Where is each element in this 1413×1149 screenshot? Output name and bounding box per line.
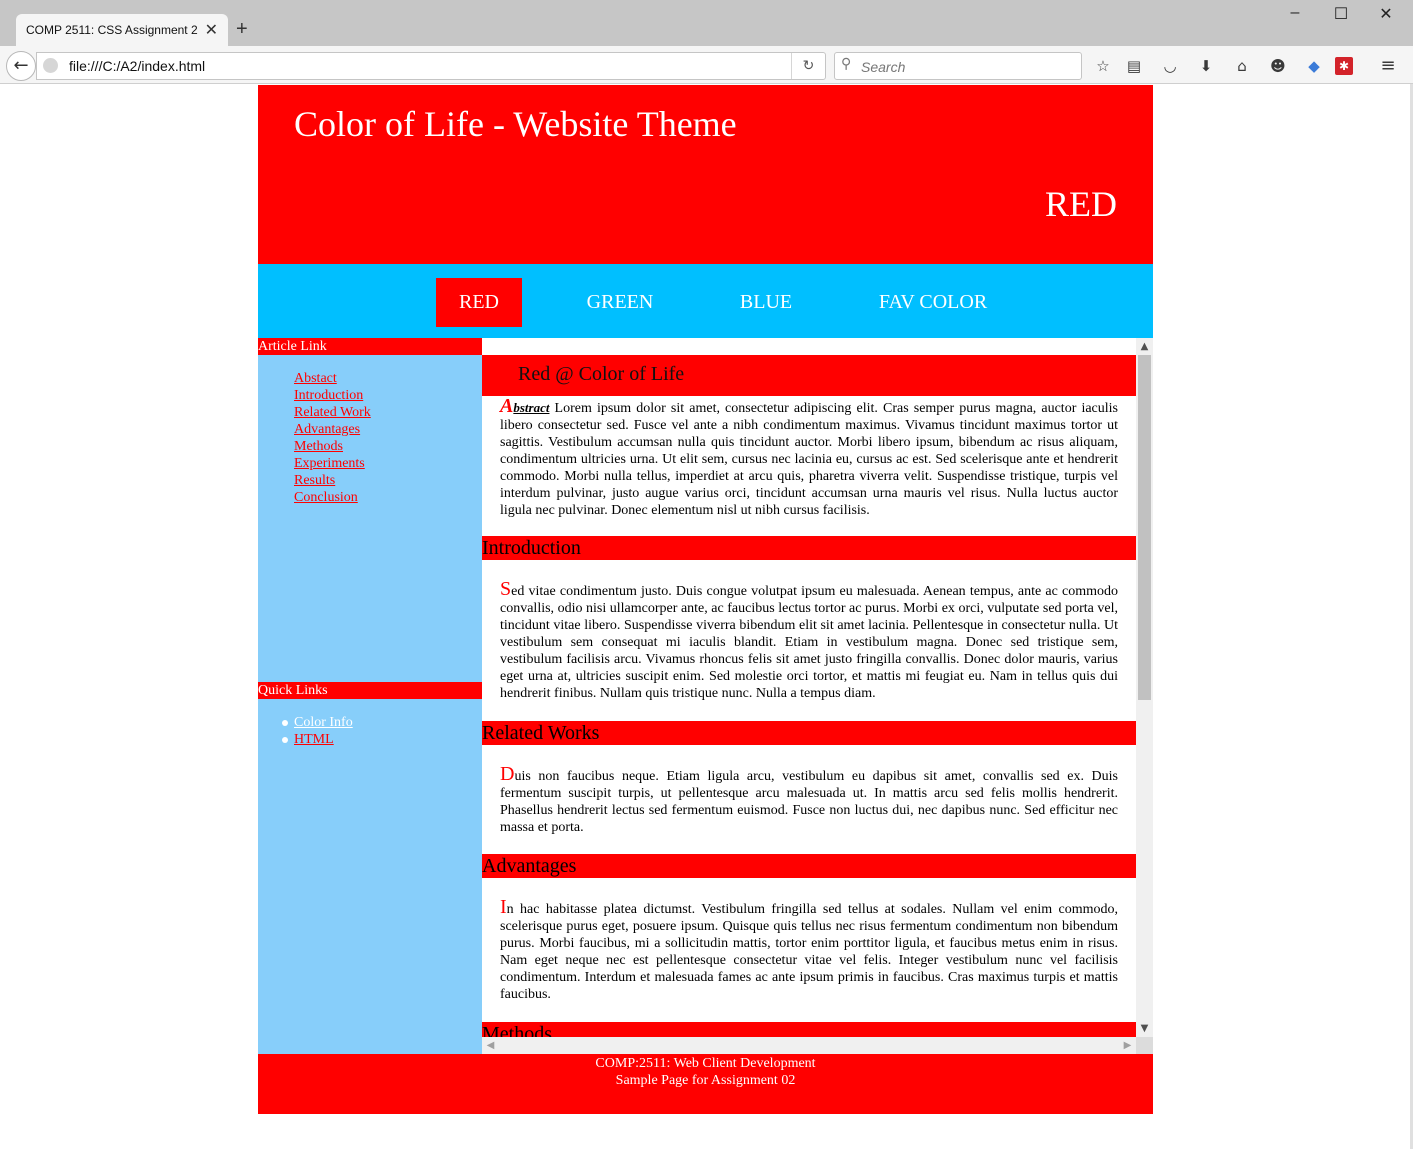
list-item: Abstact [294, 370, 371, 387]
list-item: Advantages [294, 421, 371, 438]
minimize-button[interactable]: – [1275, 4, 1315, 22]
home-icon[interactable]: ⌂ [1233, 57, 1251, 75]
bookmark-star-icon[interactable]: ☆ [1094, 57, 1112, 75]
scroll-down-icon[interactable]: ▼ [1136, 1020, 1153, 1037]
abstract-label: bstract [513, 400, 550, 415]
list-item: Introduction [294, 387, 371, 404]
content-area[interactable]: Red @ Color of Life Abstract Lorem ipsum… [482, 338, 1153, 1054]
advantages-paragraph: In hac habitasse platea dictumst. Vestib… [500, 896, 1118, 1003]
site-title: Color of Life - Website Theme [294, 104, 737, 144]
maximize-button[interactable]: ☐ [1321, 4, 1361, 24]
paragraph-text: ed vitae condimentum justo. Duis congue … [500, 584, 1118, 701]
browser-navbar: ← file:///C:/A2/index.html ↻ ⚲ Search ☆ … [0, 46, 1413, 84]
section-heading-advantages: Advantages [482, 854, 1136, 878]
reload-icon[interactable]: ↻ [791, 53, 825, 79]
section-heading-related-works: Related Works [482, 721, 1136, 745]
scroll-right-icon[interactable]: ▶ [1119, 1037, 1136, 1054]
scroll-left-icon[interactable]: ◀ [482, 1037, 499, 1054]
top-nav: RED GREEN BLUE FAV COLOR [258, 264, 1153, 338]
list-item: Related Work [294, 404, 371, 421]
content-title: Red @ Color of Life [482, 355, 1136, 396]
introduction-paragraph: Sed vitae condimentum justo. Duis congue… [500, 578, 1118, 702]
vertical-scrollbar[interactable]: ▲ ▼ [1136, 338, 1153, 1037]
drop-cap: D [500, 763, 515, 785]
back-button[interactable]: ← [6, 51, 36, 81]
search-icon: ⚲ [841, 56, 852, 72]
quick-links-list: Color Info HTML [282, 714, 353, 748]
paragraph-text: n hac habitasse platea dictumst. Vestibu… [500, 902, 1118, 1002]
abstract-text: Lorem ipsum dolor sit amet, consectetur … [500, 401, 1118, 518]
article-link-related-work[interactable]: Related Work [294, 405, 371, 420]
download-icon[interactable]: ⬇ [1197, 57, 1215, 75]
quick-link-html[interactable]: HTML [294, 732, 334, 747]
scroll-thumb[interactable] [1138, 355, 1151, 700]
search-placeholder: Search [861, 59, 906, 75]
article-link-heading: Article Link [258, 338, 482, 355]
nav-item-blue[interactable]: BLUE [726, 278, 806, 327]
list-item: Conclusion [294, 489, 371, 506]
list-item: Methods [294, 438, 371, 455]
close-tab-icon[interactable]: ✕ [205, 20, 218, 40]
abstract-paragraph: Abstract Lorem ipsum dolor sit amet, con… [500, 395, 1118, 519]
globe-icon [43, 58, 58, 73]
footer-line-2: Sample Page for Assignment 02 [615, 1073, 796, 1088]
addon-icon[interactable]: ✱ [1335, 57, 1353, 75]
search-input[interactable]: ⚲ Search [834, 52, 1082, 80]
quick-links-heading: Quick Links [258, 682, 482, 699]
abstract-drop-cap: A [500, 395, 514, 417]
nav-item-red[interactable]: RED [436, 278, 522, 327]
horizontal-scrollbar[interactable]: ◀ ▶ [482, 1037, 1136, 1054]
list-item: Color Info [282, 714, 353, 731]
new-tab-icon[interactable]: + [236, 18, 248, 41]
close-window-button[interactable]: ✕ [1366, 4, 1406, 24]
sidebar: Article Link Abstact Introduction Relate… [258, 338, 482, 1054]
url-bar[interactable]: file:///C:/A2/index.html ↻ [36, 52, 826, 80]
scrollbar-corner [1136, 1037, 1153, 1054]
article-link-experiments[interactable]: Experiments [294, 456, 365, 471]
pocket-icon[interactable]: ◡ [1161, 57, 1179, 75]
footer-line-1: COMP:2511: Web Client Development [595, 1056, 816, 1071]
article-link-methods[interactable]: Methods [294, 439, 343, 454]
site-header: Color of Life - Website Theme RED [258, 85, 1153, 264]
article-link-list: Abstact Introduction Related Work Advant… [294, 370, 371, 506]
scroll-up-icon[interactable]: ▲ [1136, 338, 1153, 355]
menu-icon[interactable]: ≡ [1379, 57, 1397, 75]
related-works-paragraph: Duis non faucibus neque. Etiam ligula ar… [500, 763, 1118, 836]
site-footer: COMP:2511: Web Client Development Sample… [258, 1054, 1153, 1114]
url-text[interactable]: file:///C:/A2/index.html [69, 58, 205, 74]
nav-item-green[interactable]: GREEN [576, 278, 664, 327]
extension-icon[interactable]: ◆ [1305, 57, 1323, 75]
paragraph-text: uis non faucibus neque. Etiam ligula arc… [500, 769, 1118, 835]
theme-name: RED [1045, 184, 1117, 224]
hello-icon[interactable]: ☻ [1269, 57, 1287, 75]
list-item: HTML [282, 731, 353, 748]
drop-cap: S [500, 578, 512, 600]
article-link-conclusion[interactable]: Conclusion [294, 490, 358, 505]
tab-title: COMP 2511: CSS Assignment 2 [26, 23, 198, 37]
reading-list-icon[interactable]: ▤ [1125, 57, 1143, 75]
article-link-advantages[interactable]: Advantages [294, 422, 360, 437]
quick-link-color-info[interactable]: Color Info [294, 715, 353, 730]
browser-tab[interactable]: COMP 2511: CSS Assignment 2 ✕ [16, 14, 228, 46]
article-link-introduction[interactable]: Introduction [294, 388, 363, 403]
article-link-abstract[interactable]: Abstact [294, 371, 337, 386]
nav-item-fav-color[interactable]: FAV COLOR [868, 278, 998, 327]
list-item: Results [294, 472, 371, 489]
drop-cap: I [500, 896, 507, 918]
list-item: Experiments [294, 455, 371, 472]
article-link-results[interactable]: Results [294, 473, 335, 488]
browser-tabstrip: COMP 2511: CSS Assignment 2 ✕ + – ☐ ✕ [0, 0, 1413, 46]
page: Color of Life - Website Theme RED RED GR… [258, 85, 1153, 1114]
section-heading-introduction: Introduction [482, 536, 1136, 560]
